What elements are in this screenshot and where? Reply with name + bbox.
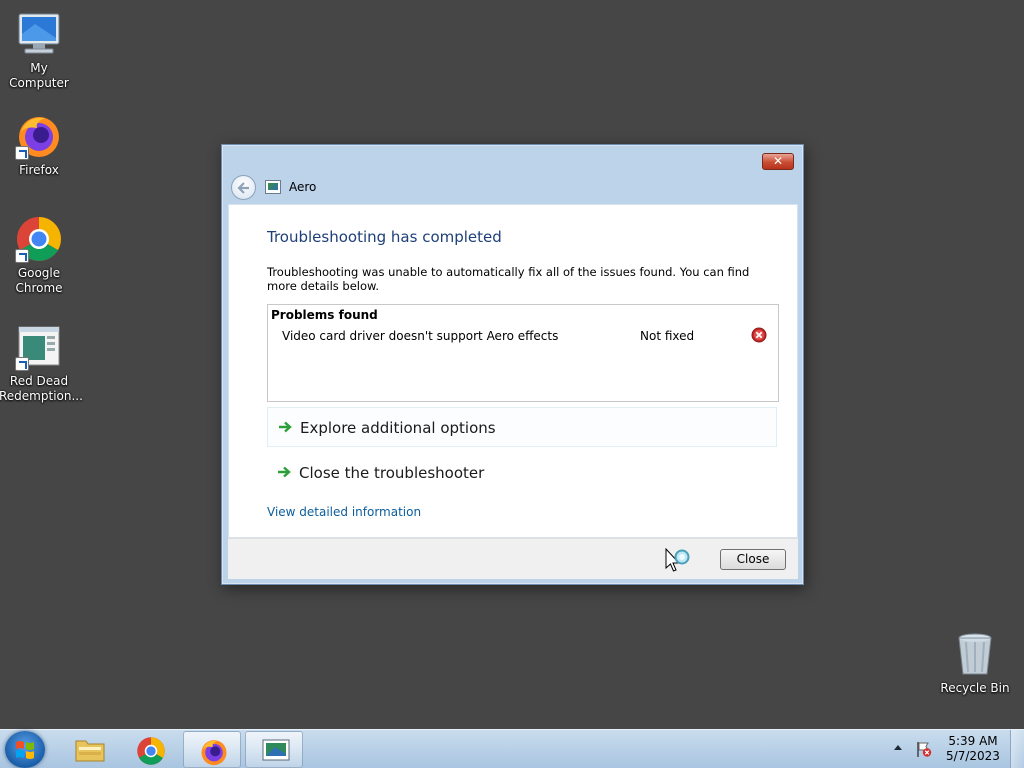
shortcut-arrow-icon	[15, 357, 29, 371]
desktop-icon-label: Firefox	[19, 163, 59, 177]
troubleshooter-window: ✕ Aero Troubleshooting has completed Tro…	[221, 144, 804, 585]
desktop-icon-label: Red Dead Redemption...	[0, 374, 83, 403]
desktop-icon-my-computer[interactable]: My Computer	[0, 10, 79, 91]
recycle-bin-icon	[951, 630, 999, 678]
show-hidden-icons-icon[interactable]	[893, 743, 903, 751]
dialog-footer: Close	[228, 538, 798, 579]
page-title: Troubleshooting has completed	[267, 228, 502, 246]
troubleshooter-app-icon	[265, 180, 281, 194]
folder-icon	[75, 740, 105, 762]
firefox-icon	[201, 740, 227, 766]
show-desktop-button[interactable]	[1010, 730, 1024, 768]
desktop-icon-recycle-bin[interactable]: Recycle Bin	[935, 630, 1015, 696]
clock-date: 5/7/2023	[946, 749, 1000, 763]
start-button[interactable]	[5, 731, 45, 768]
computer-icon	[15, 10, 63, 58]
problems-found-panel: Problems found Video card driver doesn't…	[267, 304, 779, 402]
clock-time: 5:39 AM	[948, 734, 998, 748]
desktop-icon-google-chrome[interactable]: Google Chrome	[0, 215, 79, 296]
shortcut-arrow-icon	[15, 249, 29, 263]
problems-found-title: Problems found	[271, 308, 378, 322]
description-text: Troubleshooting was unable to automatica…	[267, 265, 750, 293]
desktop-icon-red-dead-redemption[interactable]: Red Dead Redemption...	[0, 323, 83, 404]
taskbar: 5:39 AM 5/7/2023	[0, 729, 1024, 768]
explore-additional-options-link[interactable]: Explore additional options	[267, 407, 777, 447]
firefox-icon	[15, 112, 63, 160]
error-icon	[751, 327, 767, 343]
windows-logo-icon	[16, 741, 34, 759]
desktop-icon-label: My Computer	[9, 61, 69, 90]
problem-name: Video card driver doesn't support Aero e…	[282, 329, 559, 343]
back-button[interactable]	[231, 175, 256, 200]
game-window-icon	[15, 323, 63, 371]
taskbar-aero-troubleshooter[interactable]	[245, 731, 303, 768]
close-troubleshooter-link[interactable]: Close the troubleshooter	[267, 453, 777, 493]
green-arrow-icon	[278, 466, 291, 478]
busy-cursor-icon	[665, 548, 690, 572]
close-button[interactable]: Close	[720, 549, 786, 570]
desktop-icon-label: Recycle Bin	[940, 681, 1010, 695]
taskbar-windows-explorer[interactable]	[60, 731, 118, 768]
back-arrow-icon	[237, 182, 249, 194]
problem-status: Not fixed	[640, 329, 695, 343]
view-detailed-information-link[interactable]: View detailed information	[267, 505, 421, 519]
content-pane: Troubleshooting has completed Troublesho…	[228, 204, 798, 538]
taskbar-google-chrome[interactable]	[121, 731, 179, 768]
system-clock[interactable]: 5:39 AM 5/7/2023	[940, 734, 1006, 764]
action-center-flag-icon[interactable]	[915, 740, 933, 758]
shortcut-arrow-icon	[15, 146, 29, 160]
app-title: Aero	[289, 180, 317, 194]
option-label: Close the troubleshooter	[299, 464, 485, 482]
option-label: Explore additional options	[300, 419, 496, 437]
desktop-icon-label: Google Chrome	[15, 266, 63, 295]
troubleshooter-app-icon	[262, 739, 290, 761]
green-arrow-icon	[279, 421, 292, 433]
taskbar-firefox[interactable]	[183, 731, 241, 768]
chrome-icon	[15, 215, 63, 263]
chrome-icon	[137, 737, 165, 765]
desktop-icon-firefox[interactable]: Firefox	[0, 112, 79, 178]
navigation-bar: Aero	[230, 175, 790, 201]
window-close-button[interactable]: ✕	[762, 153, 794, 170]
